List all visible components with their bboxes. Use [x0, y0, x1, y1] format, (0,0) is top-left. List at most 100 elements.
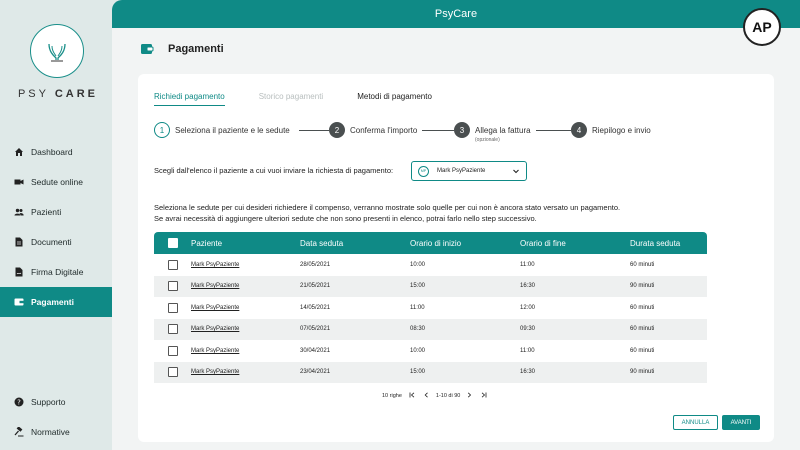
- stepper: 1 Seleziona il paziente e le sedute 2 Co…: [154, 122, 754, 143]
- top-bar: PsyCare: [112, 0, 800, 28]
- column-header: Durata seduta: [630, 238, 681, 248]
- step-number: 2: [329, 122, 345, 138]
- patient-link[interactable]: Mark PsyPaziente: [191, 305, 300, 311]
- session-date: 14/05/2021: [300, 304, 331, 311]
- document-icon: [14, 237, 24, 247]
- pagination: 10 righe 1-10 di 90: [382, 392, 494, 400]
- help-icon: ?: [14, 397, 24, 407]
- svg-text:?: ?: [17, 399, 21, 407]
- signature-icon: [14, 267, 24, 277]
- last-page-icon[interactable]: [479, 392, 487, 400]
- row-checkbox[interactable]: [167, 259, 178, 270]
- session-date: 07/05/2021: [300, 326, 331, 333]
- session-date: 28/05/2021: [300, 261, 331, 268]
- step-number: 1: [154, 122, 170, 138]
- sidebar-item-normative[interactable]: Normative: [0, 418, 120, 446]
- patient-link[interactable]: Mark PsyPaziente: [191, 348, 300, 354]
- sidebar-item-pazienti[interactable]: Pazienti: [0, 198, 120, 226]
- start-time: 15:00: [410, 369, 426, 376]
- column-header: Orario di inizio: [410, 238, 462, 248]
- duration: 60 minuti: [630, 261, 655, 268]
- sidebar-item-firma-digitale[interactable]: Firma Digitale: [0, 258, 120, 286]
- wallet-icon: [14, 297, 24, 307]
- tab-bar: Richiedi pagamento Storico pagamenti Met…: [154, 92, 466, 106]
- step-label: Allega la fattura: [475, 125, 531, 135]
- sidebar: PSY CARE Dashboard Sedute online Pazient…: [0, 0, 120, 450]
- next-page-icon[interactable]: [467, 392, 472, 400]
- end-time: 11:00: [520, 261, 535, 268]
- sidebar-item-label: Dashboard: [31, 147, 73, 157]
- start-time: 08:30: [410, 326, 426, 333]
- duration: 60 minuti: [630, 326, 655, 333]
- table-row: Mark PsyPaziente 14/05/2021 11:00 12:00 …: [154, 297, 707, 319]
- logo-icon: [48, 43, 66, 62]
- table-row: Mark PsyPaziente 21/05/2021 15:00 16:30 …: [154, 275, 707, 297]
- column-header: Data seduta: [300, 238, 344, 248]
- select-all-checkbox[interactable]: [167, 238, 178, 248]
- patient-avatar: MP: [418, 165, 429, 177]
- page-range: 1-10 di 90: [435, 393, 461, 399]
- step-connector: [536, 130, 571, 131]
- start-time: 10:00: [410, 347, 426, 354]
- column-header: Orario di fine: [520, 238, 566, 248]
- step-sublabel: (opzionale): [475, 137, 500, 143]
- row-checkbox[interactable]: [167, 324, 178, 335]
- start-time: 10:00: [410, 261, 426, 268]
- logo: [30, 24, 84, 78]
- end-time: 16:30: [520, 369, 536, 376]
- next-button[interactable]: AVANTI: [722, 415, 760, 430]
- users-icon: [14, 207, 24, 217]
- video-icon: [14, 177, 24, 187]
- first-page-icon[interactable]: [409, 392, 417, 400]
- home-icon: [14, 147, 24, 157]
- rows-per-page[interactable]: 10 righe: [382, 393, 402, 399]
- tab-metodi-pagamento[interactable]: Metodi di pagamento: [357, 92, 432, 106]
- instructions-line: Seleziona le sedute per cui desideri ric…: [154, 203, 621, 212]
- duration: 60 minuti: [630, 304, 655, 311]
- sidebar-item-sedute-online[interactable]: Sedute online: [0, 168, 120, 196]
- table-row: Mark PsyPaziente 23/04/2021 15:00 16:30 …: [154, 361, 707, 383]
- step-2: 2 Conferma l'importo: [329, 122, 417, 138]
- step-1: 1 Seleziona il paziente e le sedute: [154, 122, 290, 138]
- avatar[interactable]: AP: [743, 8, 781, 46]
- end-time: 11:00: [520, 347, 535, 354]
- sidebar-item-label: Normative: [31, 427, 70, 437]
- sidebar-item-label: Sedute online: [31, 177, 83, 187]
- tab-richiedi-pagamento[interactable]: Richiedi pagamento: [154, 92, 225, 106]
- wallet-icon: [140, 42, 154, 56]
- app-title: PsyCare: [434, 8, 478, 20]
- column-header: Paziente: [191, 238, 223, 248]
- table-row: Mark PsyPaziente 28/05/2021 10:00 11:00 …: [154, 254, 707, 276]
- patient-link[interactable]: Mark PsyPaziente: [191, 283, 300, 289]
- sidebar-item-dashboard[interactable]: Dashboard: [0, 138, 120, 166]
- page-title: Pagamenti: [168, 43, 224, 55]
- step-connector: [299, 130, 329, 131]
- sidebar-item-pagamenti[interactable]: Pagamenti: [0, 287, 120, 317]
- sessions-table: Paziente Data seduta Orario di inizio Or…: [154, 232, 707, 383]
- sidebar-item-label: Pazienti: [31, 207, 62, 217]
- patient-link[interactable]: Mark PsyPaziente: [191, 262, 300, 268]
- sidebar-item-label: Documenti: [31, 237, 72, 247]
- table-row: Mark PsyPaziente 30/04/2021 10:00 11:00 …: [154, 340, 707, 362]
- gavel-icon: [14, 427, 24, 437]
- step-4: 4 Riepilogo e invio: [571, 122, 651, 138]
- patient-select[interactable]: MP Mark PsyPaziente: [411, 161, 527, 181]
- sidebar-item-label: Firma Digitale: [31, 267, 84, 277]
- sidebar-item-label: Pagamenti: [31, 297, 74, 307]
- step-3: 3 Allega la fattura (opzionale): [454, 122, 531, 143]
- row-checkbox[interactable]: [167, 281, 178, 292]
- prev-page-icon[interactable]: [424, 392, 429, 400]
- patient-link[interactable]: Mark PsyPaziente: [191, 369, 300, 375]
- session-date: 30/04/2021: [300, 347, 331, 354]
- sidebar-item-documenti[interactable]: Documenti: [0, 228, 120, 256]
- row-checkbox[interactable]: [167, 302, 178, 313]
- row-checkbox[interactable]: [167, 367, 178, 378]
- step-label: Conferma l'importo: [350, 125, 418, 135]
- patient-link[interactable]: Mark PsyPaziente: [191, 326, 300, 332]
- sidebar-item-label: Supporto: [31, 397, 66, 407]
- duration: 90 minuti: [630, 369, 655, 376]
- page-header: Pagamenti: [140, 42, 224, 56]
- row-checkbox[interactable]: [167, 345, 178, 356]
- sidebar-item-supporto[interactable]: ? Supporto: [0, 388, 120, 416]
- cancel-button[interactable]: ANNULLA: [673, 415, 718, 430]
